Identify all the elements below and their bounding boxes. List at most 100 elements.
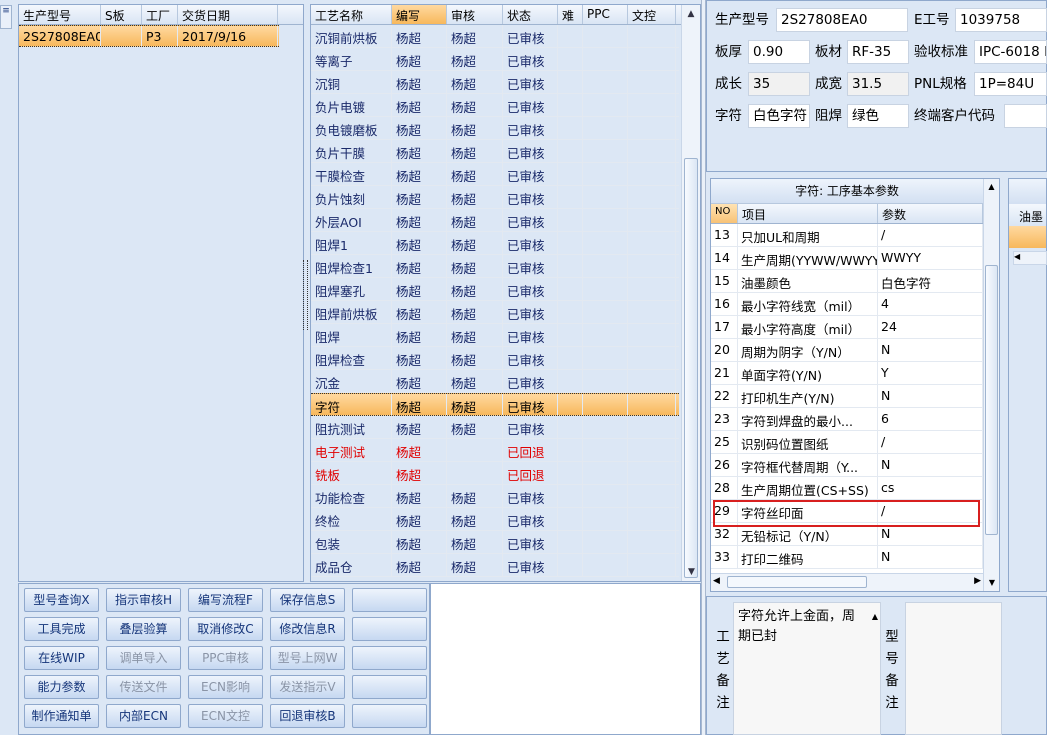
- action-button[interactable]: 调单导入: [106, 646, 181, 670]
- param-row[interactable]: 15 油墨颜色 白色字符: [711, 270, 983, 293]
- process-row[interactable]: 负片电镀 杨超 杨超 已审核: [311, 94, 679, 117]
- header-difficulty[interactable]: 难: [558, 5, 583, 24]
- process-grid-scrollbar[interactable]: ▲ ▼: [681, 5, 700, 581]
- header-ppc[interactable]: PPC: [583, 5, 628, 24]
- param-row[interactable]: 33 打印二维码 N: [711, 546, 983, 569]
- process-row[interactable]: 电子测试 杨超 已回退: [311, 439, 679, 462]
- model-row[interactable]: 2S27808EA0 P3 2017/9/16: [19, 25, 279, 47]
- process-row[interactable]: 外层AOI 杨超 杨超 已审核: [311, 209, 679, 232]
- process-row[interactable]: 负电镀磨板 杨超 杨超 已审核: [311, 117, 679, 140]
- header-factory[interactable]: 工厂: [142, 5, 178, 24]
- field-thickness[interactable]: 0.90: [748, 40, 810, 64]
- hscroll-thumb[interactable]: [727, 576, 867, 588]
- process-row[interactable]: 负片干膜 杨超 杨超 已审核: [311, 140, 679, 163]
- process-row[interactable]: 干膜检查 杨超 杨超 已审核: [311, 163, 679, 186]
- action-button[interactable]: 发送指示V: [270, 675, 345, 699]
- hscroll-right-arrow-icon[interactable]: ▶: [974, 576, 981, 586]
- action-button[interactable]: 在线WIP: [24, 646, 99, 670]
- header-no[interactable]: NO: [711, 204, 738, 223]
- field-material[interactable]: RF-35: [847, 40, 909, 64]
- param-row[interactable]: 13 只加UL和周期 /: [711, 224, 983, 247]
- params-scroll-thumb[interactable]: [985, 265, 998, 535]
- action-button[interactable]: 叠层验算: [106, 617, 181, 641]
- action-button[interactable]: 工具完成: [24, 617, 99, 641]
- action-button[interactable]: 指示审核H: [106, 588, 181, 612]
- params-hscrollbar[interactable]: ◀ ▶: [711, 573, 983, 591]
- scroll-down-arrow-icon[interactable]: ▼: [682, 563, 700, 581]
- param-row[interactable]: 26 字符框代替周期（Y... N: [711, 454, 983, 477]
- field-pnl[interactable]: 1P=84U: [974, 72, 1047, 96]
- process-row[interactable]: 阻焊前烘板 杨超 杨超 已审核: [311, 301, 679, 324]
- action-button[interactable]: 取消修改C: [188, 617, 263, 641]
- process-row[interactable]: 铣板 杨超 已回退: [311, 462, 679, 485]
- header-status[interactable]: 状态: [503, 5, 558, 24]
- field-length[interactable]: 35: [748, 72, 810, 96]
- field-eno[interactable]: 1039758: [955, 8, 1047, 32]
- action-button[interactable]: 型号查询X: [24, 588, 99, 612]
- action-button[interactable]: [352, 588, 427, 612]
- params-scroll-up-icon[interactable]: ▲: [984, 179, 999, 195]
- param-row[interactable]: 20 周期为阴字（Y/N） N: [711, 339, 983, 362]
- process-row[interactable]: 功能检查 杨超 杨超 已审核: [311, 485, 679, 508]
- param-row[interactable]: 17 最小字符高度（mil） 24: [711, 316, 983, 339]
- header-item[interactable]: 项目: [738, 204, 878, 223]
- process-row[interactable]: 沉铜 杨超 杨超 已审核: [311, 71, 679, 94]
- header-s-board[interactable]: S板: [101, 5, 142, 24]
- param-row[interactable]: 14 生产周期(YYWW/WWYY) WWYY: [711, 247, 983, 270]
- header-model[interactable]: 生产型号: [19, 5, 101, 24]
- left-edge-tab[interactable]: ≡: [0, 5, 12, 29]
- params-vscrollbar[interactable]: ▲ ▼: [983, 179, 999, 591]
- process-row[interactable]: 负片蚀刻 杨超 杨超 已审核: [311, 186, 679, 209]
- process-row[interactable]: 阻焊检查1 杨超 杨超 已审核: [311, 255, 679, 278]
- field-model[interactable]: 2S27808EA0: [776, 8, 908, 32]
- action-button[interactable]: [352, 617, 427, 641]
- hscroll-left-arrow-icon[interactable]: ◀: [713, 576, 720, 586]
- action-button[interactable]: 传送文件: [106, 675, 181, 699]
- param-row[interactable]: 28 生产周期位置(CS+SS) cs: [711, 477, 983, 500]
- action-button[interactable]: 能力参数: [24, 675, 99, 699]
- params-scroll-down-icon[interactable]: ▼: [984, 575, 999, 591]
- process-row[interactable]: 字符 杨超 杨超 已审核: [311, 393, 679, 416]
- process-row[interactable]: 阻焊 杨超 杨超 已审核: [311, 324, 679, 347]
- process-row[interactable]: 沉金 杨超 杨超 已审核: [311, 370, 679, 393]
- process-row[interactable]: 阻焊检查 杨超 杨超 已审核: [311, 347, 679, 370]
- header-delivery[interactable]: 交货日期: [178, 5, 278, 24]
- process-row[interactable]: 阻焊1 杨超 杨超 已审核: [311, 232, 679, 255]
- action-button[interactable]: 编写流程F: [188, 588, 263, 612]
- header-reviewer[interactable]: 审核: [447, 5, 503, 24]
- scroll-up-arrow-icon[interactable]: ▲: [682, 5, 700, 23]
- action-button[interactable]: PPC审核: [188, 646, 263, 670]
- param-row[interactable]: 16 最小字符线宽（mil） 4: [711, 293, 983, 316]
- header-process[interactable]: 工艺名称: [311, 5, 392, 24]
- remark-scroll-up-icon[interactable]: ▲: [872, 607, 878, 627]
- header-doc-control[interactable]: 文控: [628, 5, 676, 24]
- process-row[interactable]: 阻焊塞孔 杨超 杨超 已审核: [311, 278, 679, 301]
- param-row[interactable]: 23 字符到焊盘的最小... 6: [711, 408, 983, 431]
- action-button[interactable]: [352, 675, 427, 699]
- param-row[interactable]: 22 打印机生产(Y/N) N: [711, 385, 983, 408]
- action-button[interactable]: [352, 704, 427, 728]
- action-button[interactable]: 修改信息R: [270, 617, 345, 641]
- field-mask[interactable]: 绿色: [847, 104, 909, 128]
- action-button[interactable]: 保存信息S: [270, 588, 345, 612]
- field-width[interactable]: 31.5: [847, 72, 909, 96]
- process-row[interactable]: 阻抗测试 杨超 杨超 已审核: [311, 416, 679, 439]
- process-row[interactable]: 包装 杨超 杨超 已审核: [311, 531, 679, 554]
- action-button[interactable]: [352, 646, 427, 670]
- header-param[interactable]: 参数: [878, 204, 983, 223]
- param-row[interactable]: 21 单面字符(Y/N) Y: [711, 362, 983, 385]
- field-customer-code[interactable]: [1004, 104, 1047, 128]
- action-button[interactable]: 制作通知单: [24, 704, 99, 728]
- process-row[interactable]: 沉铜前烘板 杨超 杨超 已审核: [311, 25, 679, 48]
- process-row[interactable]: 等离子 杨超 杨超 已审核: [311, 48, 679, 71]
- action-button[interactable]: ECN影响: [188, 675, 263, 699]
- action-button[interactable]: 回退审核B: [270, 704, 345, 728]
- param-row[interactable]: 25 识别码位置图纸 /: [711, 431, 983, 454]
- scroll-thumb[interactable]: [684, 158, 698, 578]
- process-row[interactable]: 成品仓 杨超 杨超 已审核: [311, 554, 679, 577]
- action-button[interactable]: 内部ECN: [106, 704, 181, 728]
- process-row[interactable]: 终检 杨超 杨超 已审核: [311, 508, 679, 531]
- model-remark-textbox[interactable]: [905, 602, 1002, 735]
- action-button[interactable]: ECN文控: [188, 704, 263, 728]
- splitter-handle[interactable]: [303, 260, 308, 330]
